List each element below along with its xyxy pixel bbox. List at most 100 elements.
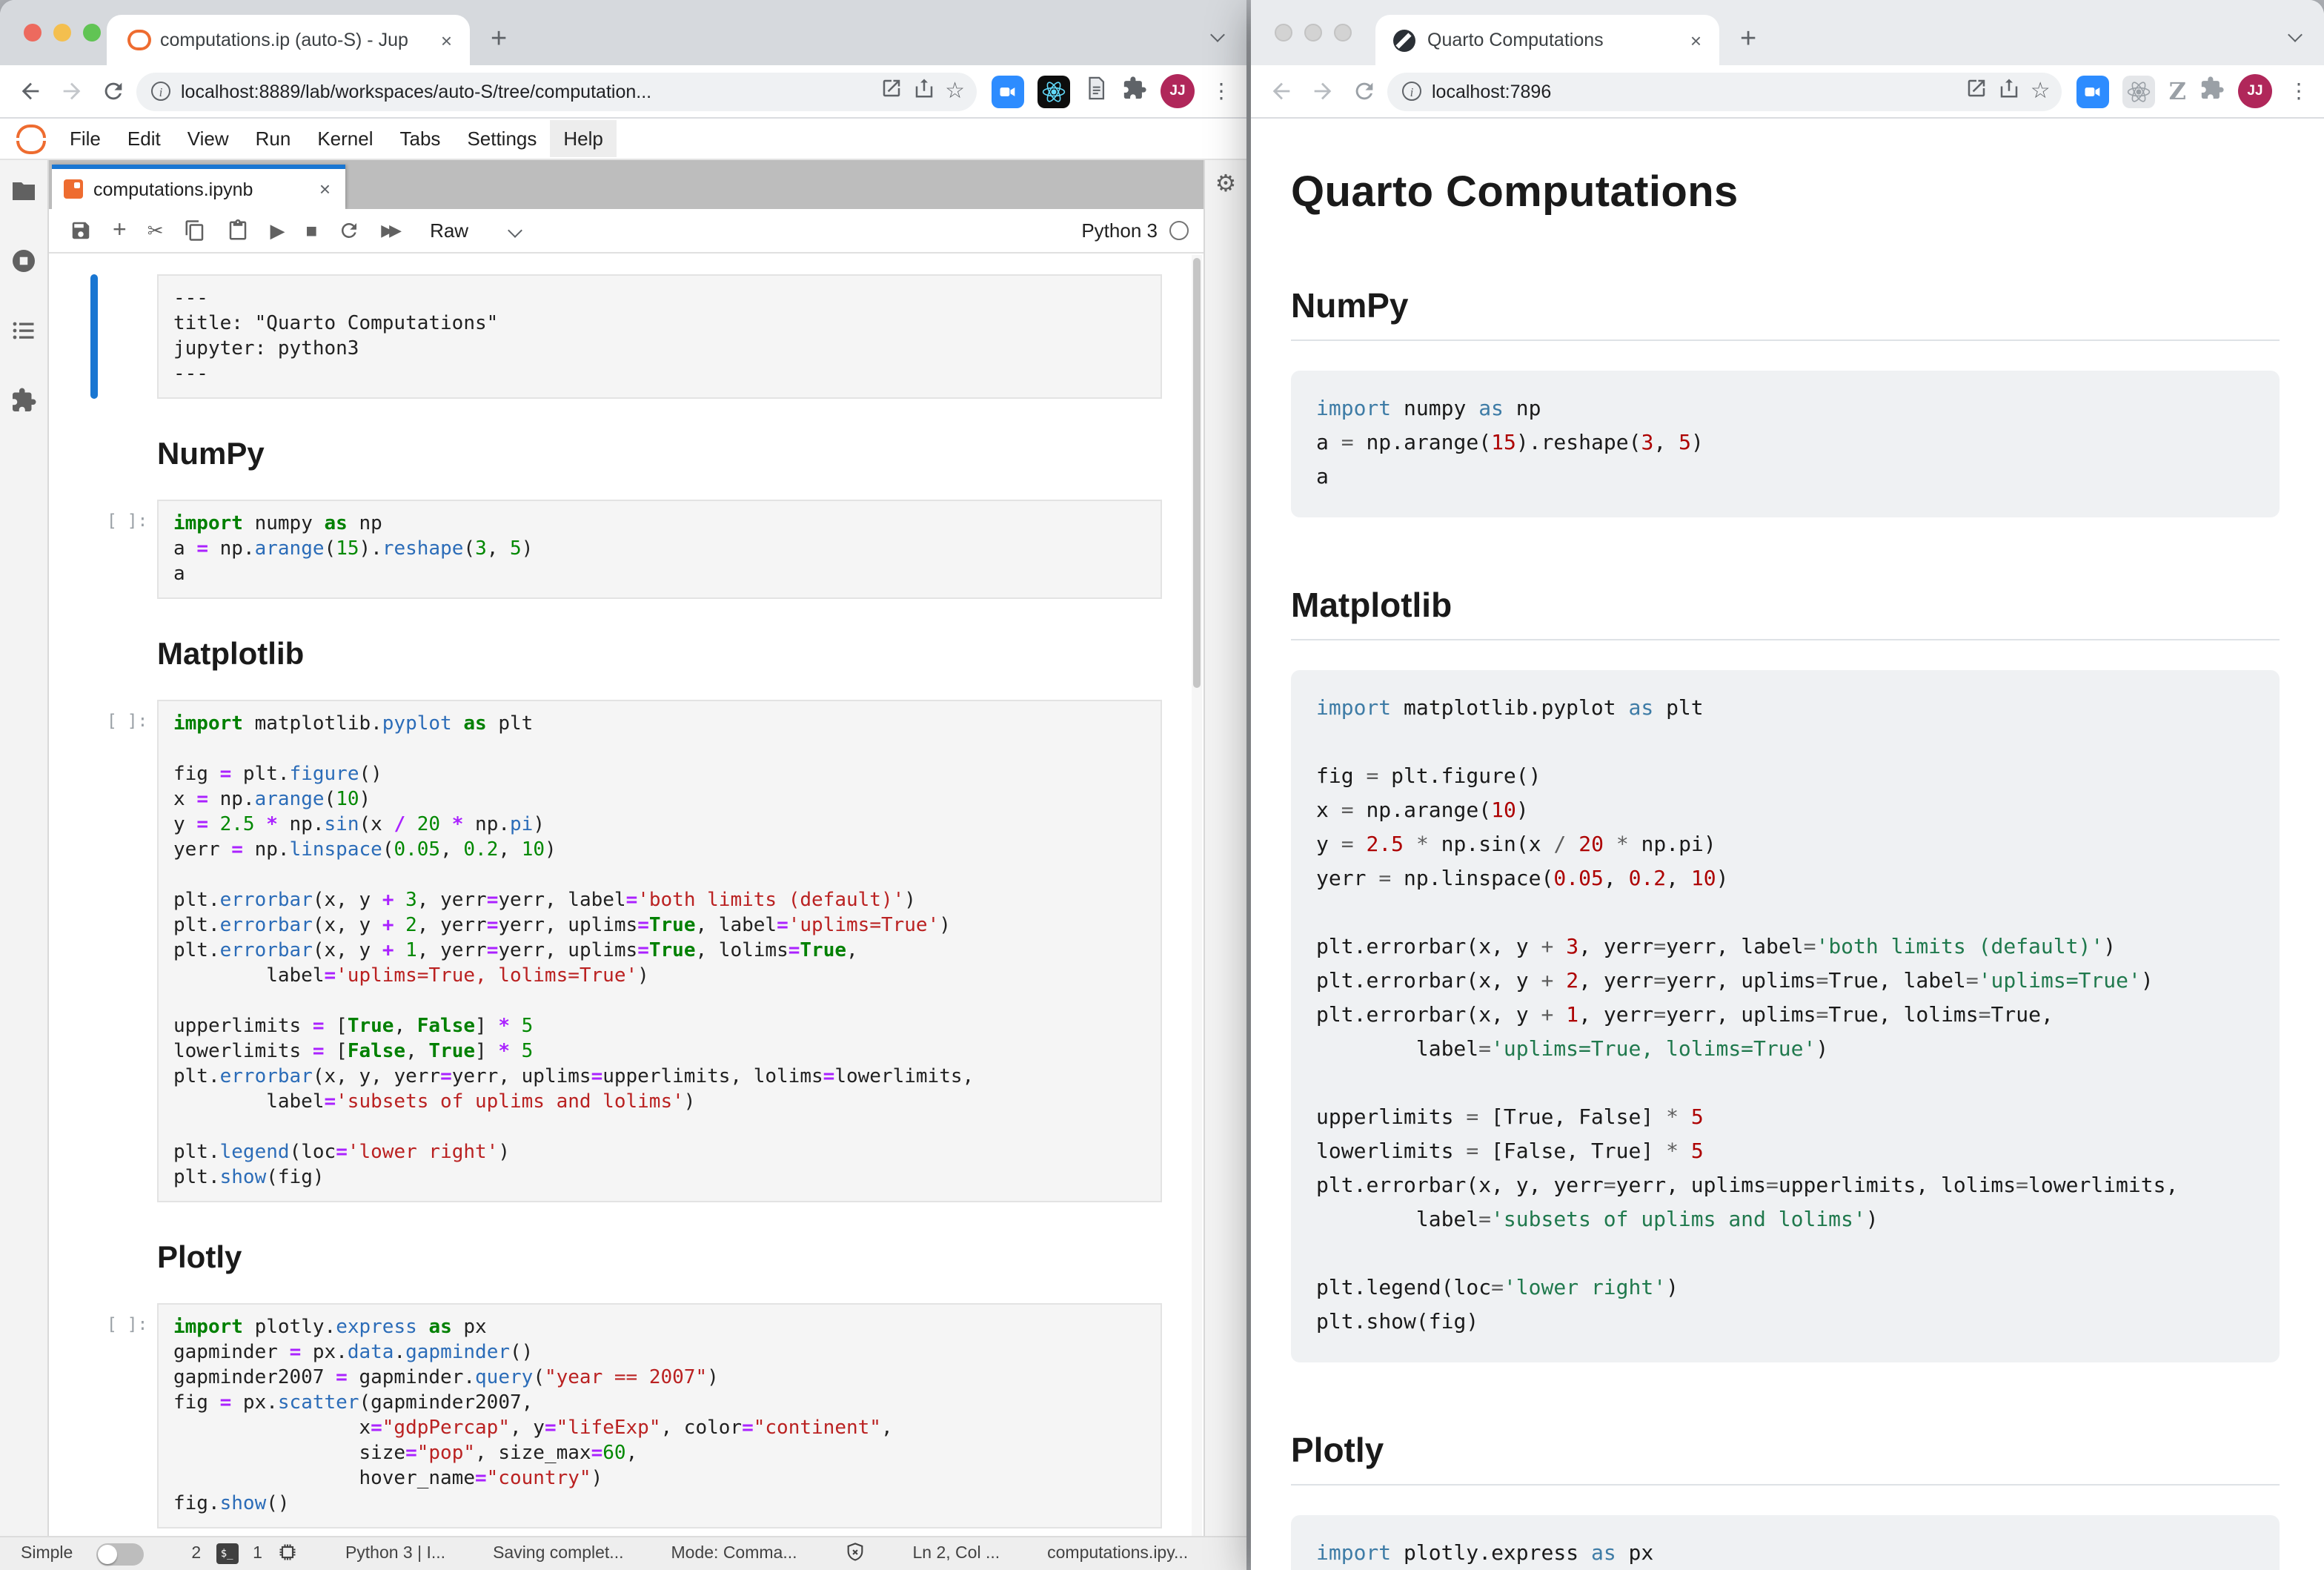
z-extension-icon[interactable]: Z	[2169, 77, 2186, 105]
browser-menu-icon[interactable]: ⋮	[1211, 79, 1232, 104]
open-in-new-icon[interactable]	[1965, 76, 1988, 106]
browser-tab[interactable]: computations.ip (auto-S) - Jup ×	[107, 15, 470, 65]
run-cell-button[interactable]: ▶	[270, 219, 285, 242]
reload-icon[interactable]	[95, 73, 130, 109]
zoom-window-button[interactable]	[83, 24, 101, 42]
extension-icons: JJ ⋮	[992, 74, 1232, 108]
site-info-icon[interactable]: i	[151, 82, 170, 101]
code-cell-numpy[interactable]: [ ]: import numpy as np a = np.arange(15…	[90, 500, 1180, 599]
save-button[interactable]	[70, 219, 92, 242]
menu-view[interactable]: View	[174, 120, 242, 157]
extensions-puzzle-icon[interactable]	[2200, 75, 2225, 107]
cell-collapser[interactable]	[90, 1303, 98, 1528]
open-in-new-icon[interactable]	[880, 76, 902, 106]
notebook-tab-close-icon[interactable]: ×	[316, 178, 333, 200]
trust-shield-icon	[845, 1541, 866, 1566]
menu-settings[interactable]: Settings	[454, 120, 550, 157]
command-mode-text[interactable]: Mode: Comma...	[671, 1545, 797, 1563]
code-cell-source[interactable]: import numpy as np a = np.arange(15).res…	[173, 511, 1146, 587]
cell-collapser[interactable]	[90, 274, 98, 399]
video-extension-icon[interactable]	[2077, 75, 2110, 107]
notebook-toolbar: + ✂ ▶ ■ ▶▶ Raw	[49, 209, 1204, 254]
cursor-position-text[interactable]: Ln 2, Col ...	[913, 1545, 1000, 1563]
table-of-contents-icon[interactable]	[10, 317, 37, 351]
share-icon[interactable]	[912, 76, 934, 106]
quarto-page: Quarto Computations NumPy import numpy a…	[1251, 119, 2324, 1570]
address-bar[interactable]: i localhost:8889/lab/workspaces/auto-S/t…	[136, 72, 977, 110]
window-controls[interactable]	[24, 24, 101, 42]
bookmark-star-icon[interactable]: ☆	[2031, 80, 2051, 102]
cell-collapser[interactable]	[90, 700, 98, 1202]
zoom-window-button[interactable]	[1334, 24, 1352, 42]
cell-type-dropdown[interactable]: Raw	[430, 219, 520, 242]
minimize-window-button[interactable]	[1304, 24, 1322, 42]
browser-tab[interactable]: Quarto Computations ×	[1375, 15, 1719, 65]
notebook-scrollbar[interactable]	[1192, 255, 1202, 1536]
menu-help[interactable]: Help	[550, 120, 617, 157]
paste-cells-button[interactable]	[228, 219, 250, 242]
markdown-heading-matplotlib[interactable]: Matplotlib	[157, 637, 1180, 673]
code-block-numpy[interactable]: import numpy as np a = np.arange(15).res…	[1291, 371, 2280, 517]
desktop: computations.ip (auto-S) - Jup × + i loc…	[0, 0, 2324, 1570]
menu-kernel[interactable]: Kernel	[304, 120, 386, 157]
back-icon[interactable]	[1263, 73, 1298, 109]
profile-avatar[interactable]: JJ	[2238, 74, 2272, 108]
menu-run[interactable]: Run	[242, 120, 305, 157]
code-cell-plotly[interactable]: [ ]: import plotly.express as px gapmind…	[90, 1303, 1180, 1528]
tab-search-chevron-icon[interactable]	[2290, 21, 2300, 47]
cut-cells-button[interactable]: ✂	[147, 219, 164, 242]
raw-cell[interactable]: --- title: "Quarto Computations" jupyter…	[90, 274, 1180, 399]
running-sessions-icon[interactable]	[10, 248, 37, 282]
menu-edit[interactable]: Edit	[114, 120, 174, 157]
menu-tabs[interactable]: Tabs	[387, 120, 454, 157]
raw-cell-source[interactable]: --- title: "Quarto Computations" jupyter…	[173, 286, 1146, 387]
restart-run-all-button[interactable]: ▶▶	[381, 221, 397, 240]
chevron-down-icon	[508, 223, 522, 238]
react-devtools-icon[interactable]	[1038, 75, 1070, 107]
window-controls[interactable]	[1275, 24, 1352, 42]
close-window-button[interactable]	[24, 24, 42, 42]
close-window-button[interactable]	[1275, 24, 1292, 42]
restart-kernel-button[interactable]	[338, 219, 360, 242]
markdown-heading-plotly[interactable]: Plotly	[157, 1241, 1180, 1276]
video-extension-icon[interactable]	[992, 75, 1024, 107]
extension-manager-icon[interactable]	[10, 387, 37, 421]
code-cell-source[interactable]: import plotly.express as px gapminder = …	[173, 1315, 1146, 1517]
tab-close-icon[interactable]: ×	[1687, 29, 1704, 51]
share-icon[interactable]	[1998, 76, 2020, 106]
react-devtools-icon[interactable]	[2123, 75, 2156, 107]
add-cell-button[interactable]: +	[113, 217, 127, 244]
code-cell-source[interactable]: import matplotlib.pyplot as plt fig = pl…	[173, 712, 1146, 1190]
forward-icon[interactable]	[53, 73, 89, 109]
kernel-status-text[interactable]: Python 3 | I...	[345, 1545, 445, 1563]
code-block-matplotlib[interactable]: import matplotlib.pyplot as plt fig = pl…	[1291, 670, 2280, 1362]
new-tab-button[interactable]: +	[1740, 24, 1756, 56]
extensions-puzzle-icon[interactable]	[1122, 75, 1147, 107]
reload-icon[interactable]	[1346, 73, 1381, 109]
copy-cells-button[interactable]	[185, 219, 207, 242]
code-cell-matplotlib[interactable]: [ ]: import matplotlib.pyplot as plt fig…	[90, 700, 1180, 1202]
cell-collapser[interactable]	[90, 500, 98, 599]
profile-avatar[interactable]: JJ	[1161, 74, 1195, 108]
property-inspector-gear-icon[interactable]: ⚙	[1215, 172, 1237, 1536]
tab-search-chevron-icon[interactable]	[1212, 21, 1223, 47]
markdown-heading-numpy[interactable]: NumPy	[157, 437, 1180, 473]
tab-close-icon[interactable]: ×	[438, 29, 455, 51]
notebook-tab[interactable]: computations.ipynb ×	[52, 165, 345, 209]
active-file-name: computations.ipy...	[1047, 1545, 1188, 1563]
interrupt-kernel-button[interactable]: ■	[306, 219, 318, 242]
minimize-window-button[interactable]	[53, 24, 71, 42]
address-bar[interactable]: i localhost:7896 ☆	[1387, 72, 2062, 110]
new-tab-button[interactable]: +	[491, 24, 507, 56]
site-info-icon[interactable]: i	[1402, 82, 1421, 101]
simple-mode-toggle[interactable]	[96, 1543, 144, 1565]
document-extension-icon[interactable]	[1083, 75, 1109, 107]
kernel-indicator[interactable]: Python 3	[1081, 219, 1189, 242]
browser-menu-icon[interactable]: ⋮	[2288, 79, 2309, 104]
forward-icon[interactable]	[1304, 73, 1340, 109]
code-block-plotly[interactable]: import plotly.express as px gapminder = …	[1291, 1515, 2280, 1570]
bookmark-star-icon[interactable]: ☆	[945, 80, 965, 102]
menu-file[interactable]: File	[56, 120, 114, 157]
back-icon[interactable]	[12, 73, 47, 109]
file-browser-icon[interactable]	[10, 178, 37, 212]
